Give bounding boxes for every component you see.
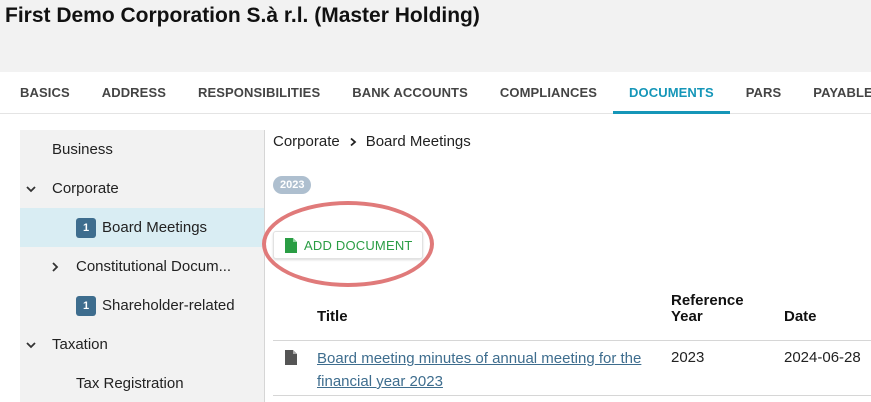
breadcrumb-item-corporate[interactable]: Corporate	[273, 133, 340, 150]
sidebar-item-corporate[interactable]: Corporate	[20, 169, 264, 208]
sidebar-item-label: Shareholder-related	[102, 297, 235, 314]
column-header-reference-year[interactable]: Reference Year	[671, 293, 744, 325]
file-add-icon	[285, 237, 297, 253]
tab-bank-accounts[interactable]: BANK ACCOUNTS	[336, 72, 484, 113]
sidebar-item-label: Business	[52, 141, 113, 158]
add-document-label: ADD DOCUMENT	[304, 237, 413, 253]
sidebar-item-label: Corporate	[52, 180, 119, 197]
sidebar-item-tax-registration[interactable]: Tax Registration	[20, 364, 264, 402]
column-header-line: Reference	[671, 292, 744, 309]
count-badge: 1	[76, 217, 96, 238]
panel-divider	[264, 130, 265, 402]
left-gutter	[0, 114, 20, 402]
column-header-date[interactable]: Date	[784, 309, 817, 325]
date-cell: 2024-06-28	[784, 349, 861, 366]
tab-payables[interactable]: PAYABLES	[797, 72, 871, 113]
sidebar-item-board-meetings[interactable]: 1 Board Meetings	[20, 208, 264, 247]
breadcrumb-item-board-meetings: Board Meetings	[365, 133, 471, 150]
page-title: First Demo Corporation S.à r.l. (Master …	[5, 4, 480, 27]
sidebar-item-label: Constitutional Docum...	[76, 258, 232, 275]
reference-year-cell: 2023	[671, 349, 705, 366]
chevron-right-icon	[348, 137, 358, 147]
sidebar-item-business[interactable]: Business	[20, 130, 264, 169]
column-header-title[interactable]: Title	[317, 309, 348, 325]
sidebar-item-constitutional-documents[interactable]: Constitutional Docum...	[20, 247, 264, 286]
document-category-sidebar: Business Corporate 1 Board Meetings Cons…	[20, 130, 264, 402]
add-document-button[interactable]: ADD DOCUMENT	[273, 231, 423, 259]
count-badge: 1	[76, 295, 96, 316]
sidebar-item-label: Board Meetings	[102, 219, 208, 236]
tab-pars[interactable]: PARS	[730, 72, 798, 113]
file-icon	[285, 350, 297, 370]
sidebar-item-shareholder-related[interactable]: 1 Shareholder-related	[20, 286, 264, 325]
year-filter-chip[interactable]: 2023	[273, 176, 312, 194]
chevron-down-icon[interactable]	[24, 182, 38, 196]
document-title-link[interactable]: Board meeting minutes of annual meeting …	[317, 347, 657, 393]
tab-bar: BASICS ADDRESS RESPONSIBILITIES BANK ACC…	[0, 72, 871, 114]
table-row-divider	[273, 395, 871, 396]
sidebar-item-taxation[interactable]: Taxation	[20, 325, 264, 364]
tab-address[interactable]: ADDRESS	[86, 72, 182, 113]
column-header-line: Year	[671, 308, 703, 325]
breadcrumb: Corporate Board Meetings	[273, 133, 471, 150]
tab-basics[interactable]: BASICS	[4, 72, 86, 113]
chevron-down-icon[interactable]	[24, 338, 38, 352]
chevron-right-icon[interactable]	[48, 260, 62, 274]
sidebar-item-label: Tax Registration	[76, 375, 184, 392]
tab-compliances[interactable]: COMPLIANCES	[484, 72, 613, 113]
table-header-divider	[273, 340, 871, 341]
sidebar-item-label: Taxation	[52, 336, 108, 353]
tab-responsibilities[interactable]: RESPONSIBILITIES	[182, 72, 336, 113]
tab-documents[interactable]: DOCUMENTS	[613, 72, 730, 114]
